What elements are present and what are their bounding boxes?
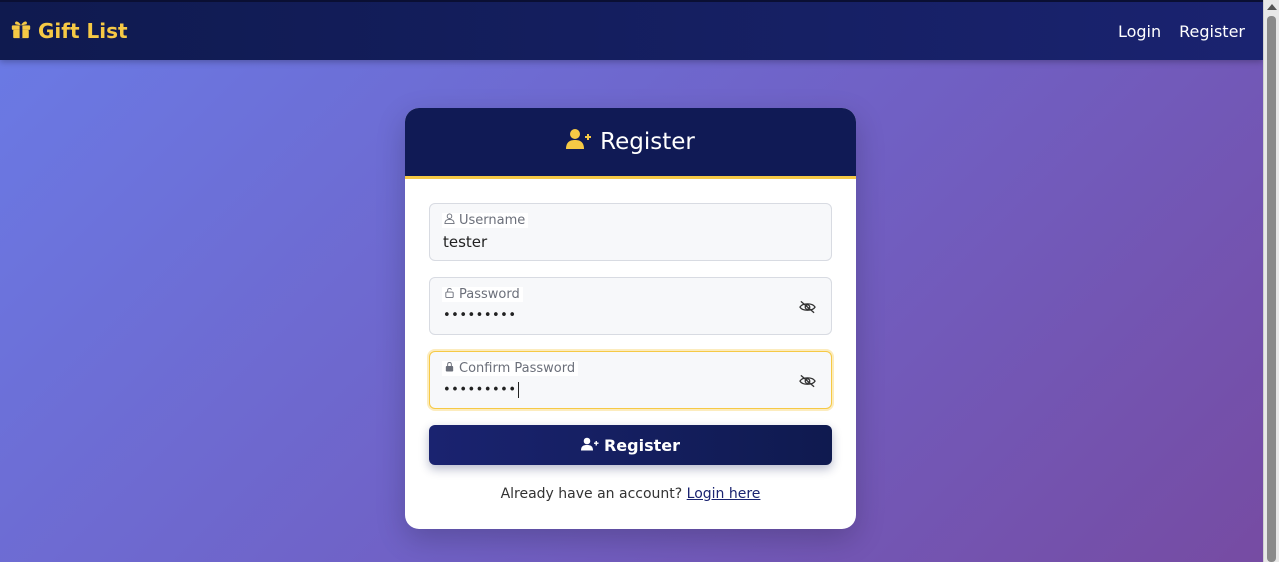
register-card: Register Username tester Password ••••••… [405, 108, 856, 529]
username-field[interactable]: Username tester [429, 203, 832, 261]
confirm-password-label: Confirm Password [442, 361, 579, 376]
brand-title: Gift List [38, 19, 128, 43]
user-icon [444, 213, 455, 228]
text-caret [517, 382, 519, 398]
eye-slash-icon[interactable] [799, 373, 816, 388]
username-input[interactable]: tester [443, 233, 487, 251]
lock-open-icon [444, 287, 455, 302]
scrollbar[interactable] [1263, 0, 1279, 562]
confirm-password-input[interactable]: ••••••••• [443, 382, 519, 398]
nav-login-link[interactable]: Login [1118, 22, 1161, 41]
nav-register-link[interactable]: Register [1179, 22, 1245, 41]
password-label: Password [442, 287, 523, 302]
card-body: Username tester Password ••••••••• Confi… [405, 179, 856, 502]
user-plus-icon [580, 436, 599, 455]
login-here-link[interactable]: Login here [687, 486, 761, 502]
brand[interactable]: Gift List [10, 18, 128, 45]
eye-slash-icon[interactable] [799, 299, 816, 314]
scroll-up-arrow[interactable] [1267, 4, 1277, 10]
username-label: Username [442, 213, 529, 228]
card-header: Register [405, 108, 856, 179]
login-prompt: Already have an account? Login here [500, 486, 761, 502]
password-input[interactable]: ••••••••• [443, 308, 517, 323]
scroll-thumb[interactable] [1267, 16, 1276, 562]
navbar: Gift List Login Register [0, 0, 1263, 60]
card-title: Register [600, 129, 695, 155]
register-button-label: Register [603, 435, 681, 455]
password-field[interactable]: Password ••••••••• [429, 277, 832, 335]
lock-icon [444, 361, 455, 376]
user-plus-icon [566, 128, 592, 156]
register-button[interactable]: Register [429, 425, 832, 465]
confirm-password-field[interactable]: Confirm Password ••••••••• [429, 351, 832, 409]
gift-icon [10, 18, 32, 45]
nav-links: Login Register [1118, 22, 1245, 41]
